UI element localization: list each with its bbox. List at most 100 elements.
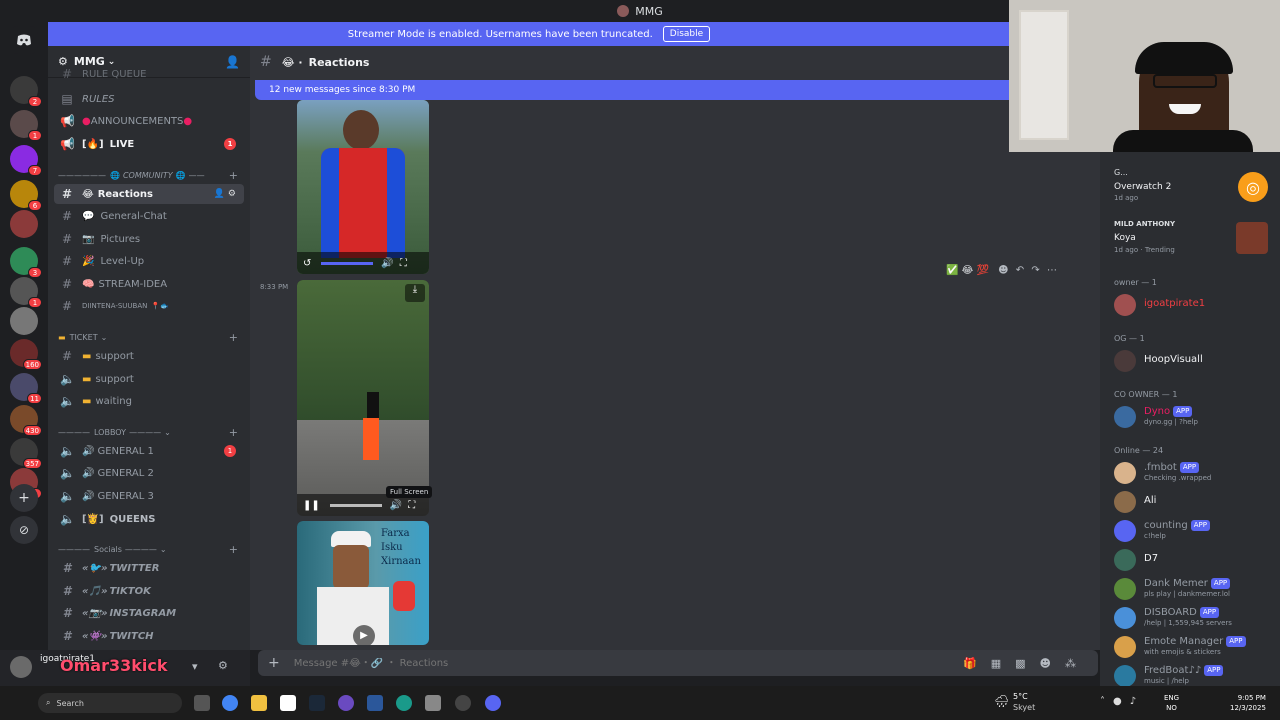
member-item[interactable]: DISBOARD APP/help | 1,559,945 servers [1114, 605, 1274, 631]
member-item[interactable]: .fmbot APP Checking .wrapped [1114, 460, 1274, 486]
member-item[interactable]: D7 [1114, 547, 1274, 573]
member-item[interactable]: Emote Manager APP with emojis & stickers [1114, 634, 1274, 660]
video-progress[interactable] [321, 261, 374, 265]
channel-stream-idea[interactable]: # 🧠 STREAM-IDEA [54, 274, 244, 294]
channel-queens[interactable]: 🔈 [👸] QUEENS [54, 509, 244, 529]
member-item[interactable]: FredBoat♪♪ APP music | /help [1114, 663, 1274, 686]
app-icon[interactable] [338, 695, 354, 711]
task-view-icon[interactable] [194, 695, 210, 711]
add-channel-icon[interactable]: + [229, 331, 238, 344]
channel-live[interactable]: 📢 [🔥] LIVE 1 [54, 134, 244, 154]
server-icon[interactable]: 430 [10, 405, 42, 436]
reply-icon[interactable]: ↶ [1016, 265, 1024, 276]
category-ticket[interactable]: ▬ TICKET ⌄ + [58, 330, 242, 344]
channel-general-2[interactable]: 🔈 🔊 GENERAL 2 [54, 463, 244, 483]
language-indicator[interactable]: ENG NO [1164, 693, 1179, 713]
hundred-icon[interactable]: 💯 [977, 265, 989, 276]
composer-tools[interactable]: 🎁▦▩☻⁂ [963, 657, 1090, 670]
new-messages-bar[interactable]: 12 new messages since 8:30 PM [255, 80, 1015, 100]
file-explorer-icon[interactable] [251, 695, 267, 711]
channel-rules[interactable]: ▤ RULES [54, 89, 244, 109]
message-input[interactable] [293, 657, 914, 669]
laugh-icon[interactable]: 😂 [962, 265, 974, 276]
server-icon[interactable]: 2 [10, 76, 42, 107]
server-icon[interactable]: 1 [10, 277, 42, 308]
channel-general-3[interactable]: 🔈 🔊 GENERAL 3 [54, 486, 244, 506]
steam-icon[interactable] [309, 695, 325, 711]
discord-home-icon[interactable] [10, 26, 38, 54]
add-channel-icon[interactable]: + [229, 543, 238, 556]
chrome-icon[interactable] [222, 695, 238, 711]
disable-button[interactable]: Disable [662, 26, 711, 42]
member-item[interactable]: Ali [1114, 489, 1274, 515]
avatar[interactable] [10, 656, 32, 678]
server-icon[interactable]: 11 [10, 373, 42, 404]
member-coowner[interactable]: Dyno APP dyno.gg | ?help [1114, 404, 1274, 430]
server-icon[interactable]: 1 [10, 110, 42, 141]
channel-tiktok[interactable]: # «🎵» TIKTOK [54, 581, 244, 601]
pause-icon[interactable]: ❚❚ [303, 500, 320, 511]
channel-support-2[interactable]: 🔈 ▬ support [54, 369, 244, 389]
add-member-icon[interactable]: 👤 [225, 55, 240, 69]
channel-announcements[interactable]: 📢 ● ANNOUNCEMENTS ● [54, 111, 244, 131]
member-owner[interactable]: igoatpirate1 [1114, 292, 1274, 318]
taskbar-search[interactable]: ⌕ Search [38, 693, 182, 713]
volume-icon[interactable]: 🔊 [381, 258, 393, 269]
channel-twitch[interactable]: # «👾» TWITCH [54, 626, 244, 646]
volume-icon[interactable]: 🔊 [390, 500, 402, 511]
channel-level-up[interactable]: # 🎉 Level-Up [54, 251, 244, 271]
member-og[interactable]: HoopVisuall [1114, 348, 1274, 374]
forward-icon[interactable]: ↷ [1031, 265, 1039, 276]
category-community[interactable]: —————— 🌐 COMMUNITY 🌐 —— + [58, 168, 242, 182]
fullscreen-icon[interactable]: ⛶ [408, 500, 415, 511]
server-icon[interactable]: 357 [10, 438, 42, 469]
discord-taskbar-icon[interactable] [485, 695, 501, 711]
channel-truncated[interactable]: # RULE QUEUE [54, 68, 244, 80]
replay-icon[interactable]: ↺ [303, 258, 311, 269]
headset-icon[interactable]: ▾ [192, 660, 198, 673]
category-socials[interactable]: ———— Socials ———— ⌄ + [58, 542, 242, 556]
server-icon[interactable] [10, 307, 38, 335]
fullscreen-icon[interactable]: ⛶ [400, 258, 407, 269]
app-icon[interactable] [455, 695, 471, 711]
add-server-icon[interactable]: + [10, 484, 38, 512]
video-attachment-2[interactable]: ⤓ ❚❚ 🔊 ⛶ [297, 280, 429, 516]
channel-diintena[interactable]: # DIINTENA-SUUBAN 📍🐟 [54, 296, 244, 316]
channel-general-chat[interactable]: # 💬 General-Chat [54, 206, 244, 226]
add-reaction-icon[interactable]: ☻ [998, 265, 1008, 276]
video-progress[interactable] [329, 503, 382, 507]
more-icon[interactable]: ⋯ [1047, 265, 1057, 276]
activity-card[interactable]: MILD ANTHONY Koya 1d ago · Trending [1114, 220, 1274, 260]
server-icon[interactable]: 7 [10, 145, 42, 176]
check-icon[interactable]: ✅ [946, 265, 958, 276]
app-icon[interactable] [396, 695, 412, 711]
server-icon[interactable]: 6 [10, 180, 42, 211]
gear-icon[interactable]: ⚙ [218, 659, 228, 672]
channel-reactions[interactable]: # 😂 Reactions 👤 ⚙ [54, 184, 244, 204]
channel-pictures[interactable]: # 📷 Pictures [54, 229, 244, 249]
video-attachment-1[interactable]: ↺ 🔊 ⛶ [297, 100, 429, 274]
channel-support-1[interactable]: # ▬ support [54, 346, 244, 366]
settings-icon[interactable] [425, 695, 441, 711]
video-attachment-3[interactable]: Farxa Isku Xirnaan ▶ [297, 521, 429, 645]
channel-general-1[interactable]: 🔈 🔊 GENERAL 11 [54, 441, 244, 461]
member-item[interactable]: Dank Memer APP pls play | dankmemer.lol [1114, 576, 1274, 602]
tray-icons[interactable]: ˄●♪ [1100, 696, 1144, 707]
download-icon[interactable]: ⤓ [405, 284, 425, 302]
category-lobby[interactable]: ———— LOBBOY ———— ⌄ + [58, 425, 242, 439]
play-icon[interactable]: ▶ [353, 625, 375, 645]
channel-twitter[interactable]: # «🐦» TWITTER [54, 558, 244, 578]
add-channel-icon[interactable]: + [229, 426, 238, 439]
server-icon[interactable] [10, 210, 38, 238]
activity-card[interactable]: G... Overwatch 2 1d ago ◎ [1114, 168, 1274, 208]
clock[interactable]: 9:05 PM 12/3/2025 [1230, 693, 1266, 713]
notepad-icon[interactable] [280, 695, 296, 711]
server-icon[interactable]: 3 [10, 247, 42, 278]
member-item[interactable]: counting APP c!help [1114, 518, 1274, 544]
add-channel-icon[interactable]: + [229, 169, 238, 182]
word-icon[interactable] [367, 695, 383, 711]
channel-instagram[interactable]: # «📷» INSTAGRAM [54, 603, 244, 623]
server-icon[interactable]: 160 [10, 339, 42, 370]
add-attachment-icon[interactable]: + [268, 655, 280, 671]
channel-tools[interactable]: 👤 ⚙ [214, 189, 236, 199]
